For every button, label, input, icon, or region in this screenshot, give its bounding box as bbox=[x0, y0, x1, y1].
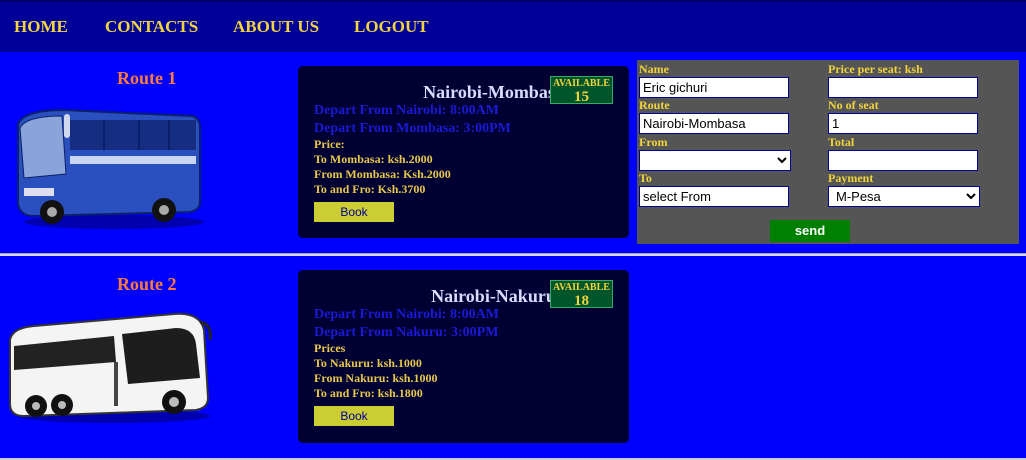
route-1-price-3: To and Fro: Ksh.3700 bbox=[314, 182, 426, 196]
payment-label: Payment bbox=[828, 171, 874, 185]
route-1-depart-1: Depart From Nairobi: 8:00AM bbox=[314, 103, 499, 118]
route-1-availability-badge: AVAILABLE 15 bbox=[550, 76, 613, 105]
route-1-title: Route 1 bbox=[117, 68, 177, 88]
route-label: Route bbox=[639, 98, 670, 112]
route-1-card: Nairobi-Mombasa AVAILABLE 15 Depart From… bbox=[298, 66, 629, 238]
route-1-depart-2: Depart From Mombasa: 3:00PM bbox=[314, 121, 511, 136]
bus-1-image bbox=[17, 108, 204, 229]
availability-label: AVAILABLE bbox=[553, 78, 610, 89]
route-2-price-1: To Nakuru: ksh.1000 bbox=[314, 356, 422, 370]
route-2-price-2: From Nakuru: ksh.1000 bbox=[314, 371, 438, 385]
route-2-section: Route 2 Nairobi-Nakuru AVAILABLE 18 Depa… bbox=[0, 256, 1026, 458]
route-1-price-1: To Mombasa: ksh.2000 bbox=[314, 152, 433, 166]
to-input[interactable] bbox=[639, 186, 789, 207]
name-label: Name bbox=[639, 62, 669, 76]
bus-2-image bbox=[9, 312, 212, 423]
send-button[interactable]: send bbox=[770, 220, 850, 242]
route-2-depart-2: Depart From Nakuru: 3:00PM bbox=[314, 325, 499, 340]
nav-contacts-link[interactable]: CONTACTS bbox=[105, 17, 198, 37]
route-2-book-button[interactable]: Book bbox=[314, 406, 394, 426]
nav-logout-link[interactable]: LOGOUT bbox=[354, 17, 429, 37]
route-2-price-heading: Prices bbox=[314, 341, 346, 355]
availability-label: AVAILABLE bbox=[553, 282, 610, 293]
total-label: Total bbox=[828, 135, 855, 149]
availability-count: 15 bbox=[574, 89, 589, 105]
nav-home-link[interactable]: HOME bbox=[14, 17, 68, 37]
route-2-title: Route 2 bbox=[117, 274, 177, 294]
from-select[interactable] bbox=[639, 150, 791, 171]
route-2-card: Nairobi-Nakuru AVAILABLE 18 Depart From … bbox=[298, 270, 629, 443]
availability-count: 18 bbox=[574, 293, 589, 309]
route-2-price-3: To and Fro: ksh.1800 bbox=[314, 386, 423, 400]
route-2-depart-1: Depart From Nairobi: 8:00AM bbox=[314, 307, 499, 322]
name-input[interactable] bbox=[639, 77, 789, 98]
seats-label: No of seat bbox=[828, 98, 879, 112]
price-per-seat-label: Price per seat: ksh bbox=[828, 62, 923, 76]
route-input[interactable] bbox=[639, 113, 789, 134]
price-per-seat-input[interactable] bbox=[828, 77, 978, 98]
route-2-availability-badge: AVAILABLE 18 bbox=[550, 280, 613, 309]
route-1-price-heading: Price: bbox=[314, 137, 345, 151]
to-label: To bbox=[639, 171, 652, 185]
booking-form: Name Price per seat: ksh Route No of sea… bbox=[637, 60, 1019, 244]
top-navbar: HOME CONTACTS ABOUT US LOGOUT bbox=[0, 0, 1026, 52]
route-1-book-button[interactable]: Book bbox=[314, 202, 394, 222]
total-input[interactable] bbox=[828, 150, 978, 171]
payment-select[interactable]: M-Pesa bbox=[828, 186, 980, 207]
nav-about-link[interactable]: ABOUT US bbox=[233, 17, 319, 37]
seats-input[interactable] bbox=[828, 113, 978, 134]
route-1-price-2: From Mombasa: Ksh.2000 bbox=[314, 167, 451, 181]
from-label: From bbox=[639, 135, 668, 149]
